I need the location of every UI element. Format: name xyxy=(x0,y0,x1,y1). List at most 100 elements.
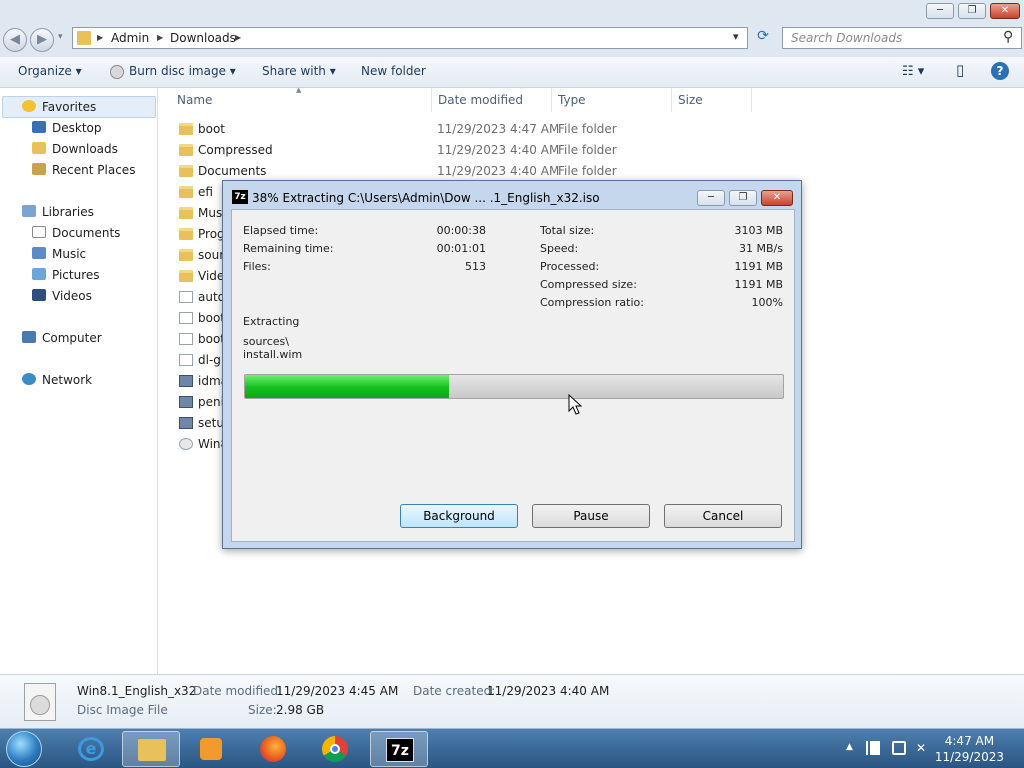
search-icon[interactable]: ⚲ xyxy=(1003,29,1013,45)
folder-icon xyxy=(179,207,193,219)
taskbar-windows-explorer[interactable] xyxy=(122,731,180,767)
media-player-icon xyxy=(200,738,222,760)
program-icon xyxy=(179,375,193,387)
column-header-size[interactable]: Size xyxy=(678,93,703,107)
file-name: auto xyxy=(198,290,226,304)
taskbar-7zip[interactable]: 7z xyxy=(370,731,428,767)
recent-pages-button[interactable]: ▾ xyxy=(58,32,63,42)
address-bar[interactable]: ▶ Admin ▶ Downloads ▶ ▾ xyxy=(72,27,748,49)
back-button[interactable]: ◀ xyxy=(3,28,27,52)
sidebar-item-computer[interactable]: Computer xyxy=(22,331,102,345)
column-header-type[interactable]: Type xyxy=(558,93,586,107)
dialog-title: 38% Extracting C:\Users\Admin\Dow ... .1… xyxy=(252,191,600,205)
start-button[interactable] xyxy=(6,731,42,767)
minimize-button[interactable]: ─ xyxy=(926,3,954,19)
compression-ratio-label: Compression ratio: xyxy=(540,296,644,309)
background-button[interactable]: Background xyxy=(400,504,518,528)
sidebar-item-documents[interactable]: Documents xyxy=(32,226,120,240)
burn-disc-image-button[interactable]: Burn disc image ▾ xyxy=(129,64,236,78)
dialog-close-button[interactable]: ✕ xyxy=(761,190,793,206)
sidebar-item-recent-places[interactable]: Recent Places xyxy=(32,163,135,177)
crumb-separator-icon: ▶ xyxy=(157,33,164,42)
search-input[interactable]: Search Downloads xyxy=(791,31,902,45)
taskbar-chrome[interactable] xyxy=(306,731,364,767)
folder-icon xyxy=(77,31,91,45)
show-hidden-icons-button[interactable]: ▲ xyxy=(846,742,853,752)
file-name: Compressed xyxy=(198,143,273,157)
file-row[interactable]: boot 11/29/2023 4:47 AM File folder xyxy=(176,119,756,140)
details-pane: Win8.1_English_x32 Disc Image File Date … xyxy=(0,674,1024,728)
crumb-separator-icon: ▶ xyxy=(97,33,104,42)
windows-explorer-icon xyxy=(138,739,166,761)
file-name: boot xyxy=(198,122,226,136)
action-center-flag-icon[interactable] xyxy=(866,741,880,755)
navigation-pane: Favorites Desktop Downloads Recent Place… xyxy=(0,88,158,674)
current-path-line1: sources\ xyxy=(243,335,289,348)
refresh-icon[interactable]: ⟳ xyxy=(752,28,774,48)
column-divider[interactable] xyxy=(551,88,552,112)
file-row[interactable]: Compressed 11/29/2023 4:40 AM File folder xyxy=(176,140,756,161)
file-icon xyxy=(179,333,193,345)
column-header-name[interactable]: Name xyxy=(177,93,212,107)
sidebar-item-desktop[interactable]: Desktop xyxy=(32,121,102,135)
new-folder-button[interactable]: New folder xyxy=(361,64,426,78)
help-button[interactable]: ? xyxy=(991,62,1009,80)
file-name: boot xyxy=(198,311,226,325)
sidebar-item-favorites[interactable]: Favorites xyxy=(22,100,96,114)
sidebar-item-videos[interactable]: Videos xyxy=(32,289,92,303)
file-row[interactable]: Documents 11/29/2023 4:40 AM File folder xyxy=(176,161,756,182)
dialog-minimize-button[interactable]: ─ xyxy=(697,190,725,206)
elapsed-time-label: Elapsed time: xyxy=(243,224,319,237)
file-name: sour xyxy=(198,248,225,262)
taskbar-firefox[interactable] xyxy=(244,731,302,767)
sidebar-item-downloads[interactable]: Downloads xyxy=(32,142,118,156)
disc-image-icon xyxy=(179,438,193,450)
volume-muted-icon[interactable]: ✕ xyxy=(916,741,930,755)
sidebar-item-music[interactable]: Music xyxy=(32,247,86,261)
maximize-button[interactable]: ❐ xyxy=(958,3,986,19)
column-header-date-modified[interactable]: Date modified xyxy=(438,93,523,107)
close-button[interactable]: ✕ xyxy=(990,3,1020,19)
sidebar-item-pictures[interactable]: Pictures xyxy=(32,268,100,282)
sidebar-item-libraries[interactable]: Libraries xyxy=(22,205,94,219)
program-icon xyxy=(179,396,193,408)
taskbar-media-player[interactable] xyxy=(182,731,240,767)
column-divider[interactable] xyxy=(751,88,752,112)
breadcrumb-downloads[interactable]: Downloads xyxy=(170,31,236,45)
sidebar-item-label: Favorites xyxy=(42,100,97,114)
taskbar: e 7z ▲ ✕ 4:47 AM 11/29/2023 xyxy=(0,728,1024,768)
details-modified-label: Date modified: xyxy=(193,684,283,698)
organize-button[interactable]: Organize ▾ xyxy=(18,64,82,78)
share-with-button[interactable]: Share with ▾ xyxy=(262,64,336,78)
cancel-button[interactable]: Cancel xyxy=(664,504,782,528)
change-view-button[interactable]: ☷ ▾ xyxy=(902,64,924,79)
breadcrumb-admin[interactable]: Admin xyxy=(111,31,149,45)
taskbar-internet-explorer[interactable]: e xyxy=(62,731,120,767)
file-name: setu xyxy=(198,416,224,430)
title-bar: ─ ❐ ✕ xyxy=(0,0,1024,24)
details-size-label: Size: xyxy=(248,703,277,717)
folder-icon xyxy=(179,186,193,198)
file-name: Documents xyxy=(198,164,267,178)
address-dropdown-button[interactable]: ▾ xyxy=(733,30,739,43)
remaining-time-value: 00:01:01 xyxy=(436,242,486,255)
file-icon xyxy=(179,354,193,366)
pause-button[interactable]: Pause xyxy=(532,504,650,528)
sidebar-item-network[interactable]: Network xyxy=(22,373,92,387)
folder-icon xyxy=(179,144,193,156)
dialog-maximize-button[interactable]: ❐ xyxy=(729,190,757,206)
column-divider[interactable] xyxy=(431,88,432,112)
extracting-label: Extracting xyxy=(243,315,300,328)
preview-pane-button[interactable]: ▯ xyxy=(956,61,964,79)
sidebar-item-label: Desktop xyxy=(52,121,102,135)
column-divider[interactable] xyxy=(671,88,672,112)
forward-button[interactable]: ▶ xyxy=(30,28,54,52)
network-tray-icon[interactable] xyxy=(892,741,906,755)
star-icon xyxy=(22,100,36,112)
system-clock[interactable]: 4:47 AM 11/29/2023 xyxy=(935,733,1004,765)
speed-value: 31 MB/s xyxy=(739,242,783,255)
firefox-icon xyxy=(260,736,286,762)
compressed-size-value: 1191 MB xyxy=(734,278,783,291)
search-box[interactable]: Search Downloads ⚲ xyxy=(782,27,1022,49)
chrome-center-icon xyxy=(330,744,340,754)
